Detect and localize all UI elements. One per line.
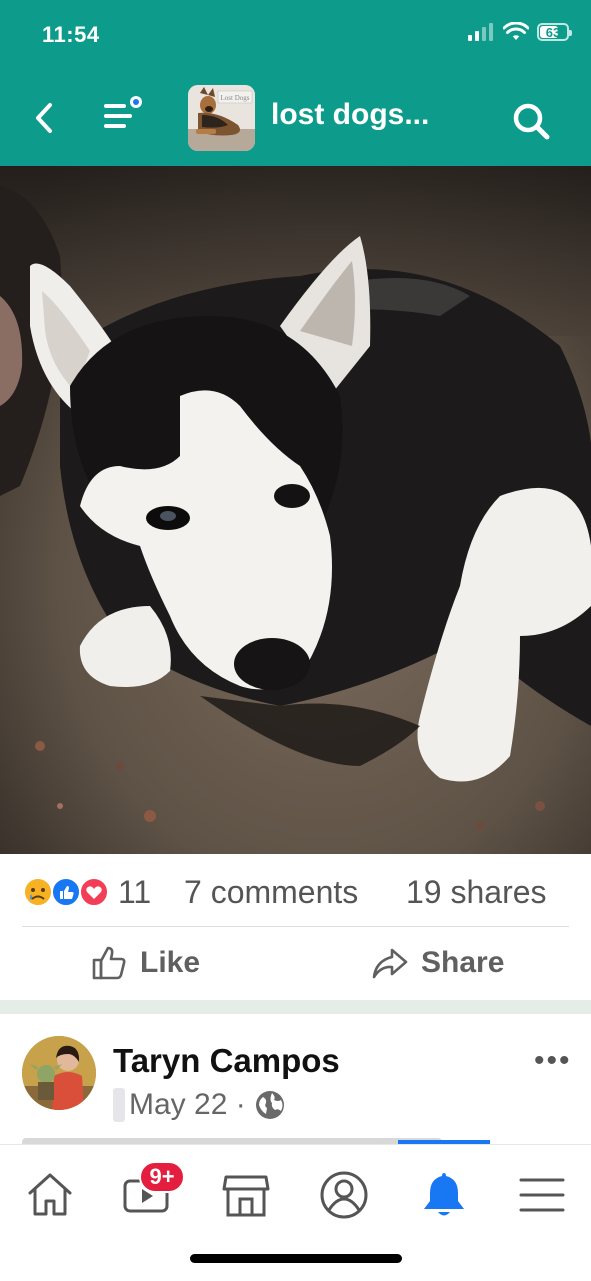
app-header: 11:54 63 Lost Dogs lost dogs... bbox=[0, 0, 591, 166]
group-thumbnail[interactable]: Lost Dogs bbox=[188, 85, 255, 151]
share-button[interactable]: Share bbox=[371, 944, 504, 982]
share-label: Share bbox=[421, 946, 505, 979]
avatar[interactable] bbox=[22, 1036, 96, 1110]
wifi-icon bbox=[503, 22, 529, 40]
post-photo[interactable] bbox=[0, 166, 591, 854]
home-icon[interactable] bbox=[24, 1169, 76, 1221]
reaction-icons[interactable] bbox=[22, 876, 112, 908]
shares-count[interactable]: 19 shares bbox=[406, 874, 547, 911]
search-icon[interactable] bbox=[510, 100, 552, 142]
feed-separator bbox=[0, 1000, 591, 1014]
group-thumbnail-image: Lost Dogs bbox=[188, 85, 255, 151]
reaction-count[interactable]: 11 bbox=[118, 874, 151, 911]
back-icon[interactable] bbox=[30, 100, 60, 136]
status-time: 11:54 bbox=[42, 22, 100, 47]
battery-indicator: 63 bbox=[537, 23, 572, 41]
like-reaction-icon bbox=[51, 877, 81, 907]
like-button[interactable]: Like bbox=[90, 944, 200, 982]
status-indicators: 63 bbox=[467, 22, 572, 42]
comments-count[interactable]: 7 comments bbox=[184, 874, 358, 911]
signal-icon bbox=[468, 23, 493, 41]
menu-notification-icon[interactable] bbox=[100, 92, 148, 136]
group-nav-row: Lost Dogs lost dogs... bbox=[0, 84, 591, 154]
battery-level: 63 bbox=[545, 24, 561, 40]
video-notification-badge: 9+ bbox=[139, 1161, 185, 1193]
profile-icon[interactable] bbox=[318, 1169, 370, 1221]
sad-reaction-icon bbox=[23, 877, 53, 907]
menu-icon[interactable] bbox=[516, 1169, 568, 1221]
marketplace-icon[interactable] bbox=[220, 1169, 272, 1221]
post-stats: 11 7 comments 19 shares bbox=[0, 854, 591, 928]
globe-icon bbox=[255, 1091, 284, 1119]
home-indicator bbox=[190, 1254, 402, 1263]
group-title[interactable]: lost dogs... bbox=[271, 98, 429, 132]
post-meta: May 22 · bbox=[113, 1088, 286, 1122]
husky-photo bbox=[0, 166, 591, 854]
thumb-caption: Lost Dogs bbox=[221, 94, 250, 102]
post-date[interactable]: May 22 · bbox=[129, 1088, 246, 1122]
bell-icon[interactable] bbox=[418, 1169, 470, 1221]
post-author[interactable]: Taryn Campos bbox=[113, 1042, 340, 1080]
like-label: Like bbox=[140, 946, 201, 979]
post-actions: Like Share bbox=[0, 927, 591, 1001]
love-reaction-icon bbox=[79, 877, 109, 907]
next-post: Taryn Campos May 22 · ••• bbox=[0, 1014, 591, 1144]
more-options-icon[interactable]: ••• bbox=[534, 1044, 572, 1078]
share-arrow-icon bbox=[372, 948, 408, 979]
thumbs-up-icon bbox=[92, 946, 126, 980]
